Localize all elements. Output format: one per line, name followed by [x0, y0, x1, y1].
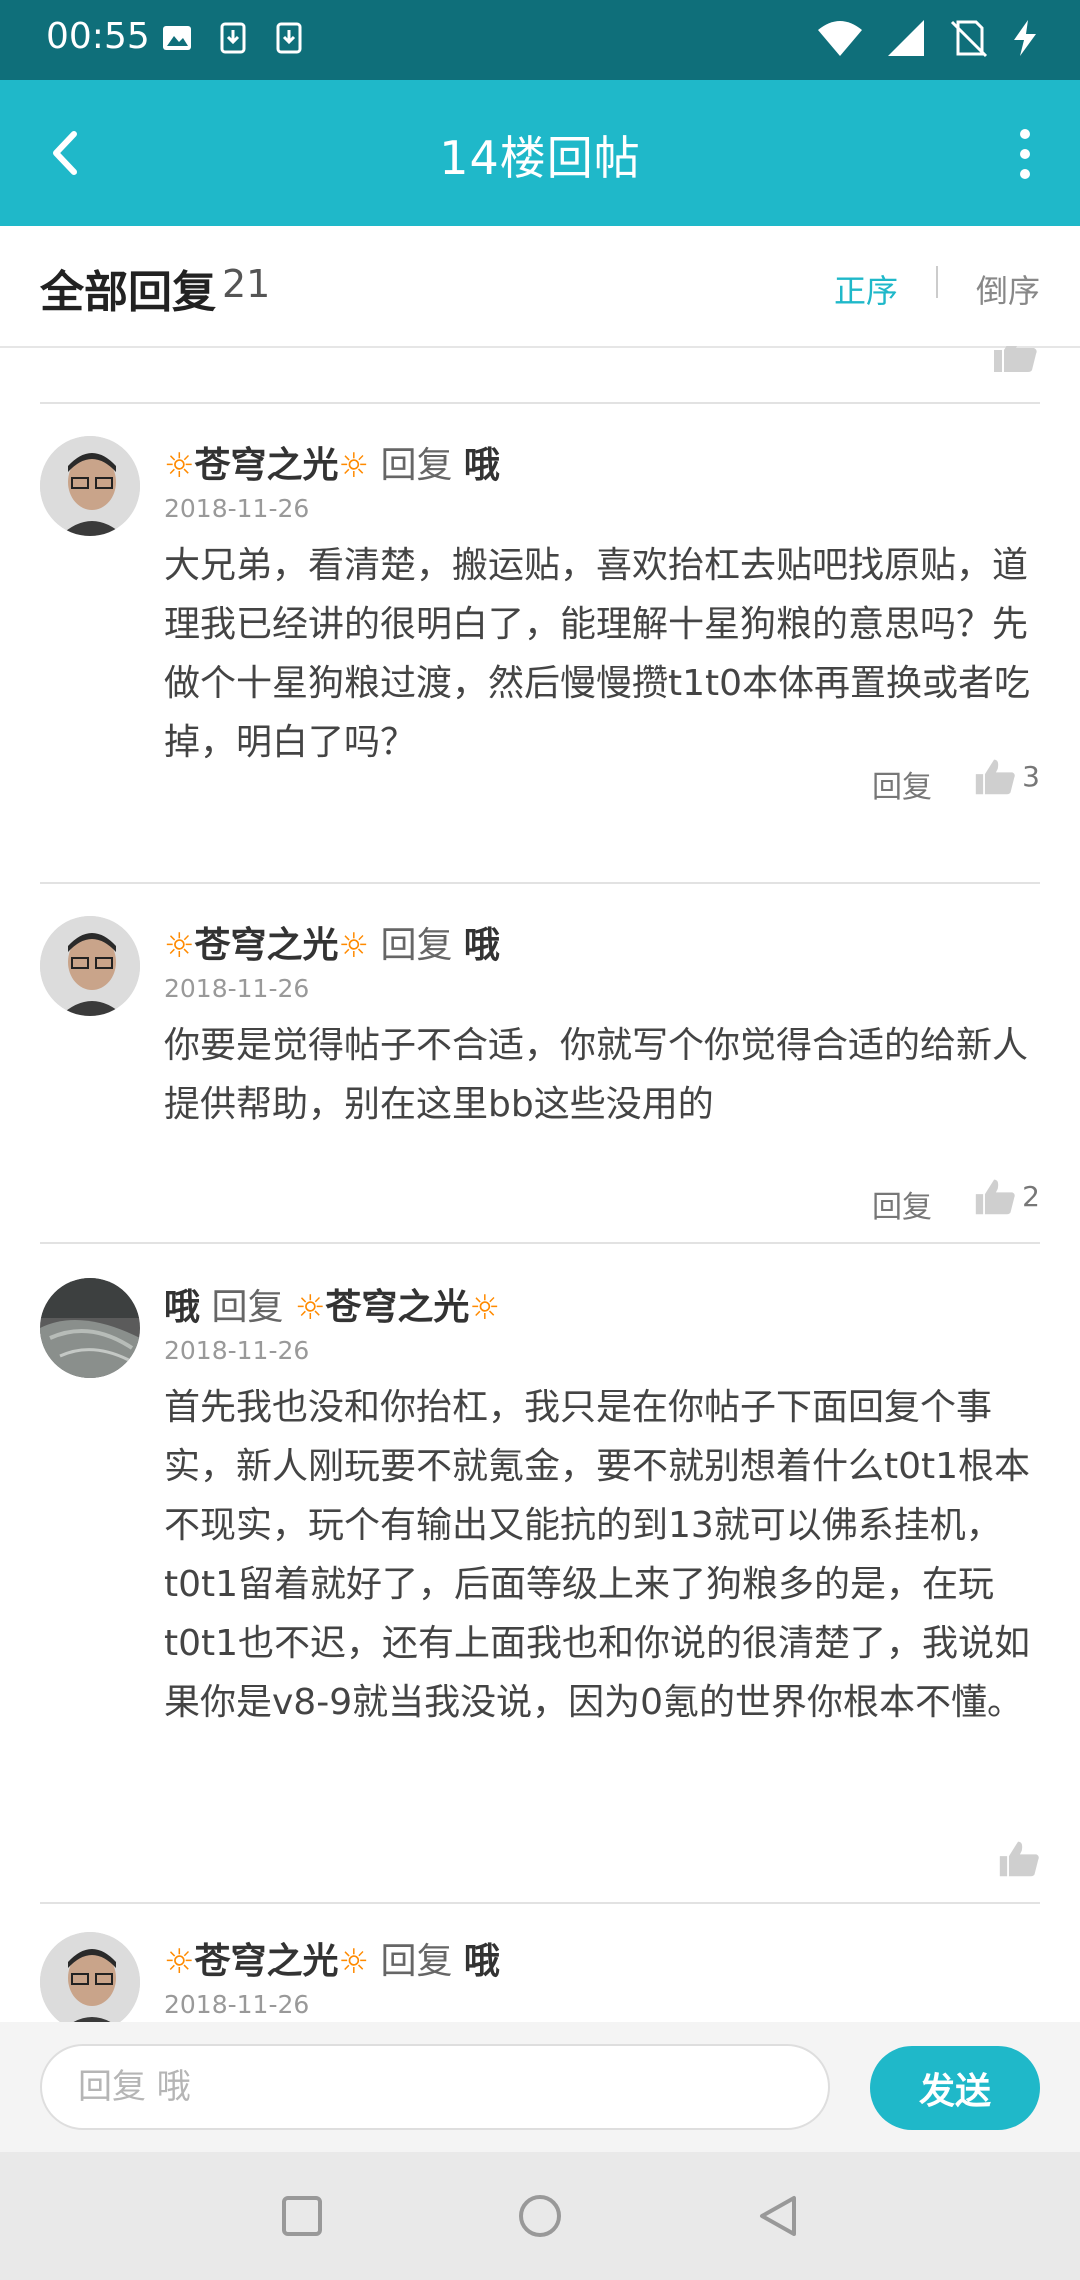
avatar[interactable] — [40, 436, 140, 536]
all-replies-title: 全部回复 — [40, 267, 216, 318]
reply-word: 回复 — [380, 445, 453, 486]
avatar-image — [40, 1278, 140, 1378]
sun-icon: ☼ — [164, 926, 195, 966]
status-notification-icons — [162, 20, 304, 56]
comment-date: 2018-11-26 — [164, 974, 310, 1003]
system-nav-bar — [0, 2152, 1080, 2280]
download-notification-icon-2 — [276, 22, 302, 54]
like-count: 2 — [1022, 1179, 1040, 1213]
avatar[interactable] — [40, 916, 140, 1016]
recents-square-icon[interactable] — [276, 2190, 328, 2242]
reply-input-bar: 发送 — [0, 2022, 1080, 2152]
like-button[interactable]: 2 — [974, 1176, 1040, 1216]
reply-to-name[interactable]: 哦 — [464, 925, 500, 966]
reply-to-name[interactable]: 哦 — [464, 445, 500, 486]
sort-divider — [936, 266, 938, 298]
sun-icon: ☼ — [164, 446, 195, 486]
reply-input[interactable] — [40, 2044, 830, 2130]
battery-charging-icon — [1014, 20, 1036, 56]
sun-icon: ☼ — [338, 926, 369, 966]
thumbs-up-icon[interactable] — [992, 346, 1038, 372]
like-count: 3 — [1022, 759, 1040, 793]
reply-button[interactable]: 回复 — [872, 762, 932, 806]
comment-header: ☼苍穹之光☼ 回复 哦 — [164, 1932, 500, 1984]
more-options-icon[interactable] — [1010, 124, 1040, 184]
wifi-icon — [818, 21, 862, 56]
comment-item: ☼苍穹之光☼ 回复 哦 2018-11-26 你要是觉得帖子不合适，你就写个你觉… — [0, 916, 1080, 1236]
comment-date: 2018-11-26 — [164, 1990, 310, 2019]
reply-to-name[interactable]: 哦 — [464, 1941, 500, 1982]
comment-header: 哦 回复 ☼苍穹之光☼ — [164, 1278, 500, 1330]
comment-text: 你要是觉得帖子不合适，你就写个你觉得合适的给新人提供帮助，别在这里bb这些没用的 — [164, 1025, 1029, 1125]
reply-word: 回复 — [380, 1941, 453, 1982]
sort-ascending-tab[interactable]: 正序 — [834, 266, 898, 312]
no-sim-icon — [950, 20, 988, 58]
comment-divider — [40, 882, 1040, 884]
reply-word: 回复 — [380, 925, 453, 966]
avatar-image — [40, 436, 140, 536]
sort-descending-tab[interactable]: 倒序 — [976, 266, 1040, 312]
status-time: 00:55 — [46, 16, 150, 57]
comment-header: ☼苍穹之光☼ 回复 哦 — [164, 916, 500, 968]
comment-divider — [40, 402, 1040, 404]
sun-icon: ☼ — [338, 446, 369, 486]
like-button[interactable]: 3 — [974, 756, 1040, 796]
image-notification-icon — [163, 26, 191, 50]
comment-list[interactable]: ☼苍穹之光☼ 回复 哦 2018-11-26 大兄弟，看清楚，搬运贴，喜欢抬杠去… — [0, 346, 1080, 2022]
cell-signal-icon — [888, 20, 924, 56]
author-name[interactable]: 哦 — [164, 1287, 200, 1328]
avatar[interactable] — [40, 1278, 140, 1378]
comment-text: 大兄弟，看清楚，搬运贴，喜欢抬杠去贴吧找原贴，道理我已经讲的很明白了，能理解十星… — [164, 545, 1031, 763]
comment-item: 哦 回复 ☼苍穹之光☼ 2018-11-26 首先我也没和你抬杠，我只是在你帖子… — [0, 1278, 1080, 1898]
sun-icon: ☼ — [294, 1288, 326, 1328]
download-notification-icon — [220, 22, 246, 54]
comment-divider — [40, 1902, 1040, 1904]
author-name[interactable]: 苍穹之光 — [194, 445, 338, 486]
sun-icon: ☼ — [164, 1942, 195, 1982]
avatar-image — [40, 916, 140, 1016]
comment-text: 首先我也没和你抬杠，我只是在你帖子下面回复个事实，新人刚玩要不就氪金，要不就别想… — [164, 1387, 1031, 1723]
comment-header: ☼苍穹之光☼ 回复 哦 — [164, 436, 500, 488]
reply-to-name[interactable]: 苍穹之光 — [325, 1287, 469, 1328]
comment-date: 2018-11-26 — [164, 1336, 310, 1365]
home-circle-icon[interactable] — [514, 2190, 566, 2242]
page-title: 14楼回帖 — [439, 131, 641, 185]
comment-divider — [40, 1242, 1040, 1244]
comment-item: ☼苍穹之光☼ 回复 哦 2018-11-26 大兄弟，看清楚，搬运贴，喜欢抬杠去… — [0, 436, 1080, 826]
back-triangle-icon[interactable] — [752, 2190, 804, 2242]
app-bar: 14楼回帖 — [0, 80, 1080, 226]
replies-header: 全部回复 21 正序 倒序 — [0, 226, 1080, 348]
thumbs-up-icon — [975, 759, 1015, 795]
status-bar: 00:55 — [0, 0, 1080, 80]
send-button[interactable]: 发送 — [870, 2046, 1040, 2130]
reply-count: 21 — [222, 262, 271, 306]
thumbs-up-icon — [975, 1179, 1015, 1215]
sun-icon: ☼ — [338, 1942, 369, 1982]
thumbs-up-icon — [999, 1841, 1039, 1877]
comment-item: ☼苍穹之光☼ 回复 哦 2018-11-26 — [0, 1932, 1080, 2022]
comment-date: 2018-11-26 — [164, 494, 310, 523]
avatar-image — [40, 1932, 140, 2022]
sun-icon: ☼ — [469, 1288, 500, 1328]
author-name[interactable]: 苍穹之光 — [194, 925, 338, 966]
avatar[interactable] — [40, 1932, 140, 2022]
reply-word: 回复 — [211, 1287, 284, 1328]
status-system-icons — [816, 18, 1040, 58]
like-button[interactable] — [998, 1838, 1040, 1878]
reply-button[interactable]: 回复 — [872, 1182, 932, 1226]
author-name[interactable]: 苍穹之光 — [194, 1941, 338, 1982]
